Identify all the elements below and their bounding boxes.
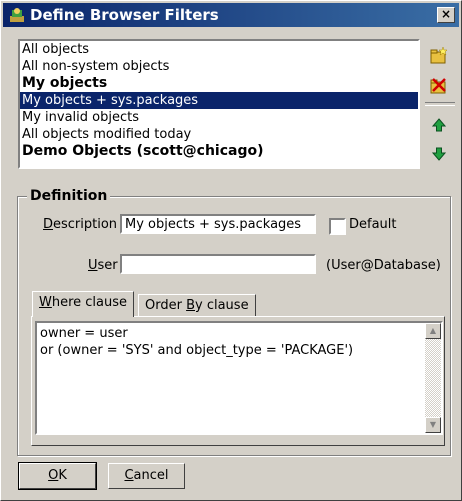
description-label: Description — [43, 217, 118, 232]
close-button[interactable]: × — [437, 7, 455, 23]
definition-title: Definition — [27, 188, 111, 204]
filter-list[interactable]: All objects All non-system objects My obje… — [18, 39, 420, 169]
app-icon — [10, 8, 24, 22]
scroll-down-button[interactable]: ▼ — [425, 417, 441, 433]
cancel-button[interactable]: Cancel — [108, 463, 185, 489]
filter-list-item[interactable]: My invalid objects — [20, 109, 418, 126]
filter-list-item[interactable]: My objects — [20, 75, 418, 92]
filter-list-item[interactable]: All objects — [20, 41, 418, 58]
where-clause-line: owner = user — [40, 326, 128, 341]
default-label: Default — [349, 217, 397, 232]
filter-list-item[interactable]: All objects modified today — [20, 126, 418, 143]
move-down-button[interactable] — [429, 144, 449, 164]
filter-list-item[interactable]: Demo Objects (scott@chicago) — [20, 143, 418, 160]
filter-list-item[interactable]: My objects + sys.packages — [20, 92, 418, 109]
filter-list-item[interactable]: All non-system objects — [20, 58, 418, 75]
move-up-button[interactable] — [429, 115, 449, 135]
user-input[interactable] — [120, 254, 316, 274]
tab-order-by-clause[interactable]: Order By clause — [138, 294, 256, 316]
where-clause-line: or (owner = 'SYS' and object_type = 'PAC… — [40, 343, 354, 358]
scroll-up-button[interactable]: ▲ — [425, 323, 441, 339]
tab-where-clause[interactable]: Where clause — [32, 291, 135, 317]
move-down-icon — [431, 147, 447, 161]
where-clause-editor[interactable]: owner = user or (owner = 'SYS' and object… — [35, 321, 443, 435]
where-clause-scrollbar[interactable]: ▲ ▼ — [425, 323, 441, 433]
delete-filter-icon — [430, 78, 446, 94]
window-title: Define Browser Filters — [30, 6, 219, 24]
default-checkbox[interactable] — [329, 218, 346, 235]
title-bar[interactable]: Define Browser Filters × — [3, 3, 459, 27]
user-hint: (User@Database) — [326, 258, 441, 273]
ok-button[interactable]: OK — [18, 462, 97, 490]
description-input[interactable]: My objects + sys.packages — [120, 214, 316, 234]
new-filter-icon — [430, 46, 448, 64]
toolbar-divider — [425, 102, 455, 106]
move-up-icon — [431, 118, 447, 132]
delete-filter-button[interactable] — [429, 76, 449, 96]
dialog-window: Define Browser Filters × All objects All … — [0, 0, 462, 501]
user-label: User — [88, 258, 118, 273]
new-filter-button[interactable] — [429, 46, 449, 66]
